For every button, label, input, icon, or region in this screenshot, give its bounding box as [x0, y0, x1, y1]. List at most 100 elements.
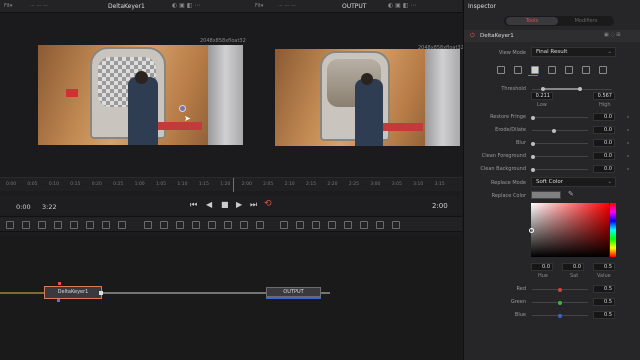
node-output[interactable]: OUTPUT — [266, 287, 321, 297]
go-to-end-icon[interactable]: ⏭ — [250, 200, 257, 210]
viewer-tools-right[interactable]: ◐ ▣ ◧ ⋯ — [388, 2, 416, 9]
play-reverse-icon[interactable]: ◀ — [206, 200, 212, 209]
tracker-tool-icon[interactable] — [208, 221, 216, 229]
rgb-value-field[interactable]: 0.5 — [593, 285, 615, 293]
keyframe-dot[interactable] — [627, 116, 629, 118]
fog-tool-icon[interactable] — [360, 221, 368, 229]
rgb-slider-handle[interactable] — [558, 300, 562, 305]
param-slider-handle[interactable] — [531, 154, 536, 159]
param-slider-handle[interactable] — [531, 141, 536, 146]
fringe-icon[interactable] — [548, 66, 556, 74]
threshold-high-field[interactable]: 0.567 — [593, 92, 615, 100]
keyframe-dot[interactable] — [627, 168, 629, 170]
paint-tool-icon[interactable] — [22, 221, 30, 229]
tab-tools[interactable]: Tools — [506, 17, 558, 25]
param-value-field[interactable]: 0.0 — [593, 139, 615, 147]
rect-tool-icon[interactable] — [54, 221, 62, 229]
param-slider-track[interactable] — [532, 156, 588, 157]
threshold-low-field[interactable]: 0.211 — [531, 92, 553, 100]
threshold-low-handle[interactable] — [541, 87, 545, 91]
in-timecode[interactable]: 0:00 — [16, 203, 31, 211]
fit-menu-left[interactable]: Fit▾ — [4, 3, 12, 9]
pointer-tool-icon[interactable] — [6, 221, 14, 229]
drop-tool-icon[interactable] — [38, 221, 46, 229]
key-icon[interactable] — [497, 66, 505, 74]
viewer-options-left[interactable]: ⋯ ⋯ ⋯ — [30, 3, 48, 9]
keyframe-dot[interactable] — [627, 129, 629, 131]
hue-field[interactable]: 0.0 — [531, 263, 553, 271]
fit-menu-right[interactable]: Fit▾ — [255, 3, 263, 9]
polygon-tool-icon[interactable] — [160, 221, 168, 229]
color-field-cursor[interactable] — [529, 228, 534, 233]
play-icon[interactable]: ▶ — [236, 200, 242, 209]
param-slider-track[interactable] — [532, 169, 588, 170]
view-mode-dropdown[interactable]: Final Result ⌄ — [531, 47, 616, 57]
camera-tool-icon[interactable] — [256, 221, 264, 229]
replace-mode-dropdown[interactable]: Soft Color ⌄ — [531, 177, 616, 187]
rgb-value-field[interactable]: 0.5 — [593, 311, 615, 319]
plane-tool-icon[interactable] — [392, 221, 400, 229]
rgb-slider-handle[interactable] — [558, 313, 562, 318]
param-slider-track[interactable] — [532, 143, 588, 144]
stop-icon[interactable]: ■ — [221, 200, 229, 209]
param-slider-handle[interactable] — [552, 128, 557, 133]
light-tool-icon[interactable] — [280, 221, 288, 229]
current-timecode[interactable]: 2:00 — [432, 202, 448, 210]
param-slider-handle[interactable] — [531, 115, 536, 120]
go-to-start-icon[interactable]: ⏮ — [190, 200, 197, 210]
text3d-tool-icon[interactable] — [344, 221, 352, 229]
replace-color-swatch[interactable] — [531, 191, 561, 199]
eyedropper-icon[interactable]: ✎ — [568, 190, 574, 198]
mask-tool-icon[interactable] — [144, 221, 152, 229]
viewer-options-right[interactable]: ⋯ ⋯ ⋯ — [278, 3, 296, 9]
node-deltakeyer[interactable]: DeltaKeyer1 — [44, 286, 102, 299]
hue-strip[interactable] — [610, 203, 616, 257]
node-enable-icon[interactable]: ⏻ — [470, 32, 475, 40]
param-value-field[interactable]: 0.0 — [593, 165, 615, 173]
threshold-high-handle[interactable] — [578, 87, 582, 91]
text-tool-icon[interactable] — [102, 221, 110, 229]
playhead[interactable] — [233, 178, 234, 192]
node-output-port[interactable] — [99, 291, 103, 295]
rgb-slider-handle[interactable] — [558, 287, 562, 292]
node-mask-input[interactable] — [57, 299, 60, 302]
param-value-field[interactable]: 0.0 — [593, 152, 615, 160]
node-header-icons[interactable]: ▣ ◌ ⊞ — [604, 32, 620, 38]
pre-matte-icon[interactable] — [514, 66, 522, 74]
param-slider-track[interactable] — [532, 130, 588, 131]
param-value-field[interactable]: 0.0 — [593, 126, 615, 134]
mask-icon[interactable] — [582, 66, 590, 74]
node-input-fg[interactable] — [58, 282, 61, 285]
sat-field[interactable]: 0.0 — [562, 263, 584, 271]
merge-tool-icon[interactable] — [70, 221, 78, 229]
param-slider-handle[interactable] — [531, 167, 536, 172]
shape3d-tool-icon[interactable] — [296, 221, 304, 229]
rgb-value-field[interactable]: 0.5 — [593, 298, 615, 306]
particle-tool-icon[interactable] — [240, 221, 248, 229]
ellipse-tool-icon[interactable] — [192, 221, 200, 229]
keyframe-dot[interactable] — [627, 142, 629, 144]
loop-icon[interactable]: ⟲ — [264, 199, 272, 209]
blur-tool-icon[interactable] — [118, 221, 126, 229]
paint2-tool-icon[interactable] — [224, 221, 232, 229]
viewer-tools-left[interactable]: ◐ ▣ ◧ ⋯ — [172, 2, 200, 9]
settings-icon[interactable] — [599, 66, 607, 74]
transport-bar: 0:00 3:22 ⏮ ◀ ■ ▶ ⏭ ⟲ 2:00 — [0, 196, 462, 214]
render-tool-icon[interactable] — [312, 221, 320, 229]
out-timecode[interactable]: 3:22 — [42, 203, 57, 211]
matte-icon[interactable] — [531, 66, 539, 74]
tab-modifiers[interactable]: Modifiers — [560, 17, 612, 25]
transform-tool-icon[interactable] — [86, 221, 94, 229]
saturation-value-field[interactable] — [531, 203, 609, 257]
time-ruler[interactable]: 0:00 0:05 0:10 0:15 0:20 0:25 1:00 1:05 1:10 1:15… — [0, 177, 462, 192]
tuning-icon[interactable] — [565, 66, 573, 74]
bspline-tool-icon[interactable] — [176, 221, 184, 229]
param-value-field[interactable]: 0.0 — [593, 113, 615, 121]
param-slider-track[interactable] — [532, 117, 588, 118]
keyframe-dot[interactable] — [627, 155, 629, 157]
value-field[interactable]: 0.5 — [593, 263, 615, 271]
sphere-tool-icon[interactable] — [376, 221, 384, 229]
node-editor[interactable]: DeltaKeyer1 OUTPUT — [0, 236, 462, 360]
merge3d-tool-icon[interactable] — [328, 221, 336, 229]
color-picker-target[interactable] — [179, 105, 186, 112]
